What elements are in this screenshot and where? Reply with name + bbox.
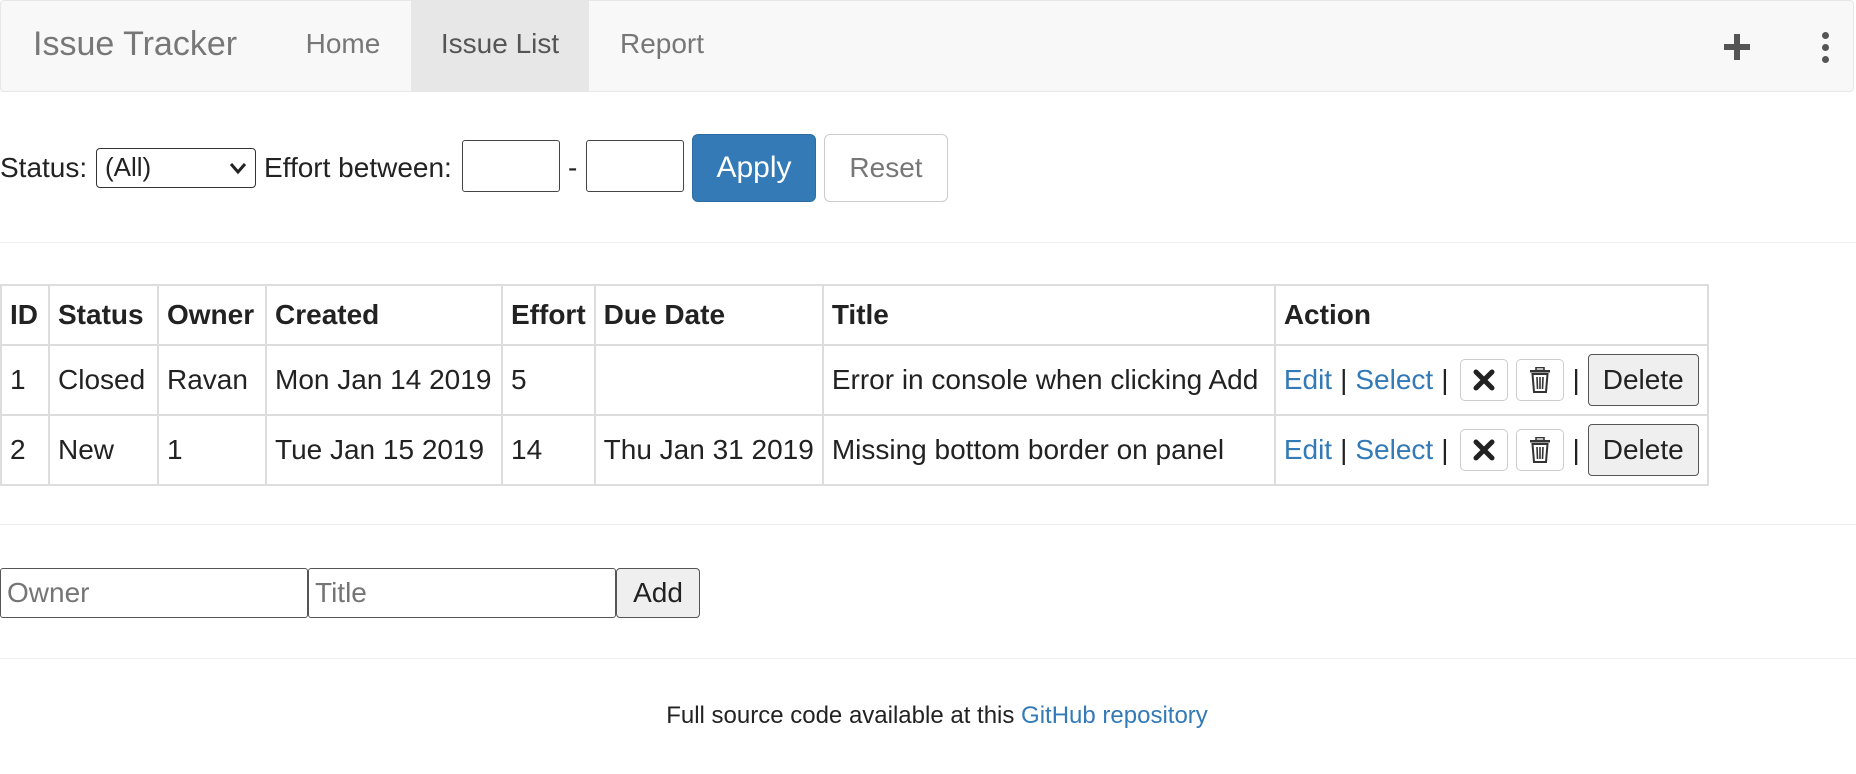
cell-owner: Ravan (157, 344, 267, 416)
effort-dash: - (568, 152, 578, 183)
cell-due-date: Thu Jan 31 2019 (593, 414, 824, 486)
add-button[interactable]: Add (616, 568, 700, 618)
github-link[interactable]: GitHub repository (1021, 702, 1208, 729)
divider (0, 524, 1856, 525)
apply-button[interactable]: Apply (692, 134, 816, 202)
reset-button[interactable]: Reset (824, 134, 948, 202)
cell-title: Missing bottom border on panel (821, 414, 1276, 486)
cell-effort: 14 (501, 414, 596, 486)
divider (0, 242, 1856, 243)
cell-status: Closed (48, 344, 159, 416)
header-effort: Effort (501, 284, 596, 346)
title-input[interactable] (308, 568, 616, 618)
plus-icon[interactable] (1715, 1, 1759, 93)
nav-issue-list[interactable]: Issue List (411, 1, 589, 92)
separator: | (1441, 434, 1449, 465)
separator: | (1572, 364, 1580, 395)
header-created: Created (265, 284, 503, 346)
cell-title: Error in console when clicking Add (821, 344, 1276, 416)
header-id: ID (0, 284, 50, 346)
footer-text: Full source code available at this (666, 702, 1015, 729)
effort-min-input[interactable] (462, 140, 560, 192)
table-row: 1 Closed Ravan Mon Jan 14 2019 5 Error i… (0, 344, 1709, 416)
select-link[interactable]: Select (1355, 434, 1433, 466)
nav-home[interactable]: Home (277, 1, 409, 92)
effort-label: Effort between: (264, 152, 452, 183)
divider (0, 658, 1856, 659)
footer: Full source code available at this GitHu… (0, 702, 1856, 730)
separator: | (1441, 364, 1449, 395)
chevron-down-icon (229, 153, 247, 194)
cell-due-date (593, 344, 824, 416)
trash-icon[interactable] (1516, 359, 1565, 401)
cell-created: Mon Jan 14 2019 (265, 344, 503, 416)
status-label: Status: (0, 152, 88, 183)
close-x-icon[interactable] (1460, 359, 1509, 401)
vertical-ellipsis-icon[interactable] (1811, 1, 1839, 93)
brand-title[interactable]: Issue Tracker (33, 1, 237, 93)
table-row: 2 New 1 Tue Jan 15 2019 14 Thu Jan 31 20… (0, 414, 1709, 486)
cell-effort: 5 (501, 344, 596, 416)
navbar: Issue Tracker Home Issue List Report (0, 0, 1854, 92)
owner-input[interactable] (0, 568, 308, 618)
edit-link[interactable]: Edit (1284, 434, 1332, 466)
status-select[interactable]: (All) (96, 148, 256, 188)
select-link[interactable]: Select (1355, 364, 1433, 396)
header-title: Title (821, 284, 1276, 346)
nav-report[interactable]: Report (589, 1, 735, 92)
header-due-date: Due Date (593, 284, 824, 346)
delete-button[interactable]: Delete (1587, 424, 1699, 476)
delete-button[interactable]: Delete (1587, 354, 1699, 406)
edit-link[interactable]: Edit (1284, 364, 1332, 396)
separator: | (1340, 364, 1348, 395)
cell-id: 2 (0, 414, 50, 486)
issue-table: ID Status Owner Created Effort Due Date … (0, 284, 1709, 486)
effort-max-input[interactable] (586, 140, 684, 192)
separator: | (1340, 434, 1348, 465)
header-status: Status (48, 284, 159, 346)
status-select-value: (All) (105, 152, 152, 182)
cell-id: 1 (0, 344, 50, 416)
cell-status: New (48, 414, 159, 486)
separator: | (1572, 434, 1580, 465)
header-owner: Owner (157, 284, 267, 346)
issue-filter: Status: (All) Effort between: - Apply Re… (0, 134, 1000, 204)
cell-owner: 1 (157, 414, 267, 486)
header-action: Action (1273, 284, 1709, 346)
close-x-icon[interactable] (1460, 429, 1509, 471)
cell-created: Tue Jan 15 2019 (265, 414, 503, 486)
cell-action: Edit | Select | | Delete (1273, 414, 1709, 486)
cell-action: Edit | Select | | Delete (1273, 344, 1709, 416)
table-header-row: ID Status Owner Created Effort Due Date … (0, 284, 1709, 346)
trash-icon[interactable] (1516, 429, 1565, 471)
